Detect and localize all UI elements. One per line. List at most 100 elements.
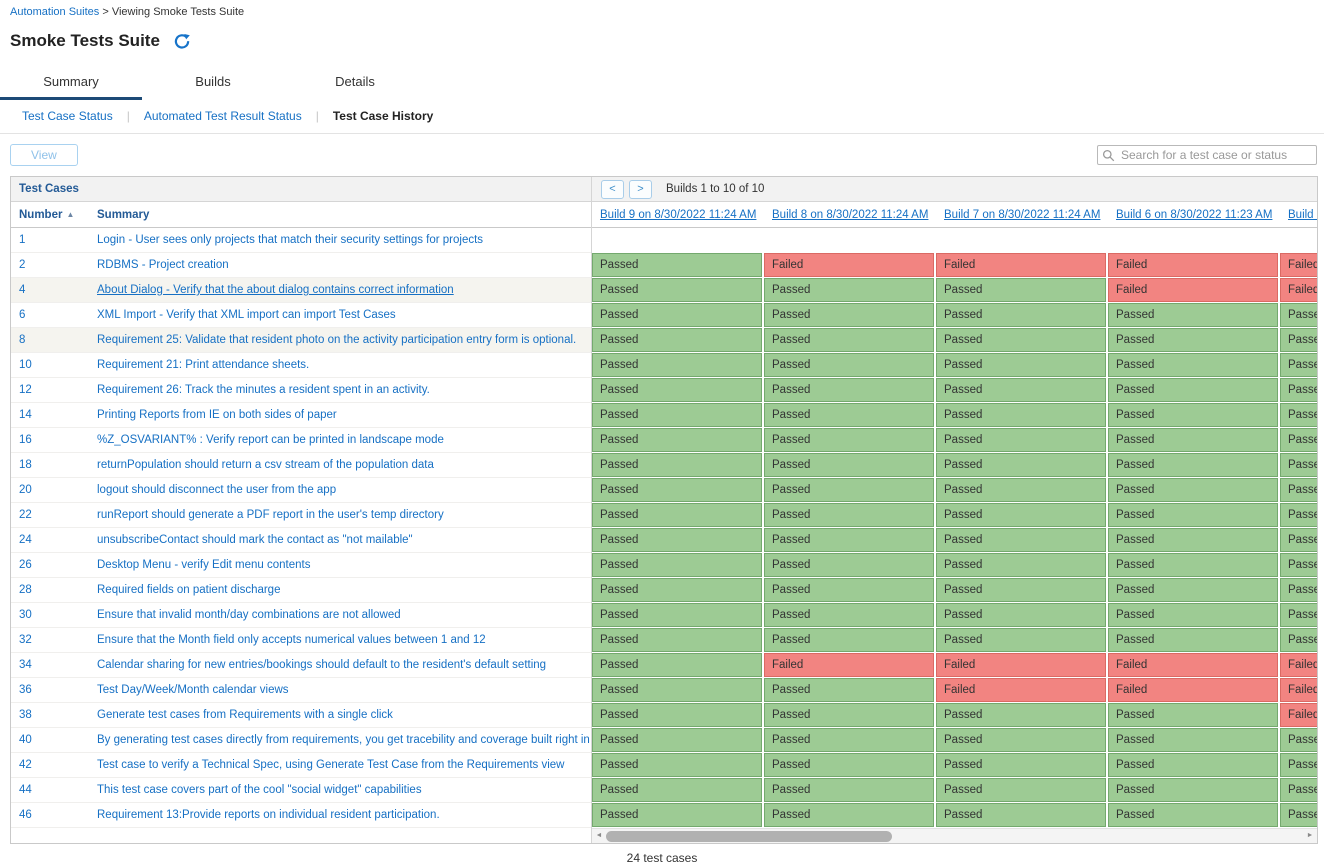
build-column-link[interactable]: Build 7 on 8/30/2022 11:24 AM [944, 209, 1100, 221]
summary-column-header[interactable]: Summary [97, 209, 591, 221]
testcase-summary-link[interactable]: Requirement 13:Provide reports on indivi… [97, 809, 440, 821]
testcase-number-link[interactable]: 18 [19, 459, 32, 471]
status-cell-passed: Passed [764, 703, 936, 728]
testcase-number-link[interactable]: 22 [19, 509, 32, 521]
table-row[interactable]: 42 Test case to verify a Technical Spec, … [11, 753, 591, 778]
testcase-summary-link[interactable]: Calendar sharing for new entries/booking… [97, 659, 546, 671]
testcase-number-link[interactable]: 20 [19, 484, 32, 496]
table-row[interactable]: 4 About Dialog - Verify that the about di… [11, 278, 591, 303]
scrollbar-right-icon[interactable]: ► [1303, 829, 1317, 843]
table-row[interactable]: 34 Calendar sharing for new entries/booki… [11, 653, 591, 678]
testcase-number-link[interactable]: 8 [19, 334, 25, 346]
table-row[interactable]: 36 Test Day/Week/Month calendar views [11, 678, 591, 703]
testcase-number-link[interactable]: 24 [19, 534, 32, 546]
testcase-number-link[interactable]: 16 [19, 434, 32, 446]
table-row[interactable]: 12 Requirement 26: Track the minutes a re… [11, 378, 591, 403]
testcase-summary-link[interactable]: Printing Reports from IE on both sides o… [97, 409, 337, 421]
table-row[interactable]: 44 This test case covers part of the cool… [11, 778, 591, 803]
prev-builds-button[interactable]: < [601, 180, 624, 199]
refresh-button[interactable] [174, 33, 190, 49]
table-row[interactable]: 24 unsubscribeContact should mark the con… [11, 528, 591, 553]
testcase-number-link[interactable]: 10 [19, 359, 32, 371]
subtab-test-case-history[interactable]: Test Case History [333, 109, 433, 123]
testcase-summary-link[interactable]: unsubscribeContact should mark the conta… [97, 534, 413, 546]
testcase-summary-link[interactable]: Requirement 26: Track the minutes a resi… [97, 384, 430, 396]
view-button[interactable]: View [10, 144, 78, 166]
build-column-link[interactable]: Build 5 on 8/30/2022 11:23 AM [1288, 209, 1317, 221]
testcase-summary-link[interactable]: logout should disconnect the user from t… [97, 484, 336, 496]
testcase-summary-link[interactable]: By generating test cases directly from r… [97, 734, 590, 746]
testcase-summary-link[interactable]: This test case covers part of the cool "… [97, 784, 422, 796]
tab-builds[interactable]: Builds [142, 66, 284, 100]
tab-details[interactable]: Details [284, 66, 426, 100]
testcase-number-link[interactable]: 12 [19, 384, 32, 396]
table-row[interactable]: 2 RDBMS - Project creation [11, 253, 591, 278]
table-row[interactable]: 40 By generating test cases directly from… [11, 728, 591, 753]
testcase-number-link[interactable]: 4 [19, 284, 25, 296]
status-cell-passed: Passed [936, 328, 1108, 353]
testcase-summary-link[interactable]: Requirement 25: Validate that resident p… [97, 334, 576, 346]
number-column-header[interactable]: Number▲ [11, 209, 97, 221]
testcase-number-link[interactable]: 44 [19, 784, 32, 796]
search-input[interactable] [1097, 145, 1317, 165]
testcase-summary-link[interactable]: Desktop Menu - verify Edit menu contents [97, 559, 311, 571]
table-row[interactable]: 18 returnPopulation should return a csv s… [11, 453, 591, 478]
testcase-summary-link[interactable]: About Dialog - Verify that the about dia… [97, 284, 454, 296]
testcase-summary-link[interactable]: Test case to verify a Technical Spec, us… [97, 759, 564, 771]
testcase-number-link[interactable]: 26 [19, 559, 32, 571]
table-row[interactable]: 38 Generate test cases from Requirements … [11, 703, 591, 728]
table-row[interactable]: 6 XML Import - Verify that XML import can… [11, 303, 591, 328]
status-cell-failed: Failed [764, 653, 936, 678]
build-column-link[interactable]: Build 8 on 8/30/2022 11:24 AM [772, 209, 928, 221]
testcase-summary-link[interactable]: Ensure that the Month field only accepts… [97, 634, 486, 646]
testcase-number-link[interactable]: 40 [19, 734, 32, 746]
testcase-summary-link[interactable]: Ensure that invalid month/day combinatio… [97, 609, 401, 621]
table-row[interactable]: 16 %Z_OSVARIANT% : Verify report can be p… [11, 428, 591, 453]
testcase-summary-link[interactable]: runReport should generate a PDF report i… [97, 509, 444, 521]
testcase-number-link[interactable]: 1 [19, 234, 25, 246]
testcase-summary-link[interactable]: Generate test cases from Requirements wi… [97, 709, 393, 721]
table-row[interactable]: 46 Requirement 13:Provide reports on indi… [11, 803, 591, 828]
testcase-summary-link[interactable]: Requirement 21: Print attendance sheets. [97, 359, 309, 371]
table-row[interactable]: 32 Ensure that the Month field only accep… [11, 628, 591, 653]
subtab-automated-test-result-status[interactable]: Automated Test Result Status [144, 109, 302, 123]
table-row[interactable]: 22 runReport should generate a PDF report… [11, 503, 591, 528]
subtab-test-case-status[interactable]: Test Case Status [22, 109, 113, 123]
testcase-number-link[interactable]: 2 [19, 259, 25, 271]
testcase-summary-link[interactable]: %Z_OSVARIANT% : Verify report can be pri… [97, 434, 444, 446]
table-row[interactable]: 28 Required fields on patient discharge [11, 578, 591, 603]
table-row[interactable]: 1 Login - User sees only projects that ma… [11, 228, 591, 253]
testcase-number-link[interactable]: 14 [19, 409, 32, 421]
table-row[interactable]: 14 Printing Reports from IE on both sides… [11, 403, 591, 428]
testcase-summary-link[interactable]: RDBMS - Project creation [97, 259, 229, 271]
table-row[interactable]: 10 Requirement 21: Print attendance sheet… [11, 353, 591, 378]
testcase-number-link[interactable]: 28 [19, 584, 32, 596]
testcase-number-link[interactable]: 38 [19, 709, 32, 721]
testcase-summary-link[interactable]: Test Day/Week/Month calendar views [97, 684, 289, 696]
testcase-number-link[interactable]: 30 [19, 609, 32, 621]
build-column-link[interactable]: Build 9 on 8/30/2022 11:24 AM [600, 209, 756, 221]
testcase-number-link[interactable]: 46 [19, 809, 32, 821]
testcase-number-link[interactable]: 34 [19, 659, 32, 671]
build-column-link[interactable]: Build 6 on 8/30/2022 11:23 AM [1116, 209, 1272, 221]
testcase-summary-link[interactable]: Login - User sees only projects that mat… [97, 234, 483, 246]
table-row[interactable]: 30 Ensure that invalid month/day combinat… [11, 603, 591, 628]
scrollbar-left-icon[interactable]: ◄ [592, 829, 606, 843]
horizontal-scrollbar[interactable]: ◄ ► [592, 828, 1317, 843]
testcase-summary-link[interactable]: returnPopulation should return a csv str… [97, 459, 434, 471]
summary-cell: Requirement 26: Track the minutes a resi… [97, 384, 591, 396]
testcase-summary-link[interactable]: XML Import - Verify that XML import can … [97, 309, 396, 321]
testcase-number-link[interactable]: 32 [19, 634, 32, 646]
testcase-number-link[interactable]: 6 [19, 309, 25, 321]
breadcrumb-link[interactable]: Automation Suites [10, 6, 99, 18]
table-row[interactable]: 8 Requirement 25: Validate that resident … [11, 328, 591, 353]
table-row[interactable]: 20 logout should disconnect the user from… [11, 478, 591, 503]
testcase-number-link[interactable]: 36 [19, 684, 32, 696]
scrollbar-thumb[interactable] [606, 831, 892, 842]
testcase-number-link[interactable]: 42 [19, 759, 32, 771]
tab-summary[interactable]: Summary [0, 66, 142, 100]
table-row[interactable]: 26 Desktop Menu - verify Edit menu conten… [11, 553, 591, 578]
build-column-header: Build 9 on 8/30/2022 11:24 AM [592, 209, 764, 221]
next-builds-button[interactable]: > [629, 180, 652, 199]
testcase-summary-link[interactable]: Required fields on patient discharge [97, 584, 280, 596]
